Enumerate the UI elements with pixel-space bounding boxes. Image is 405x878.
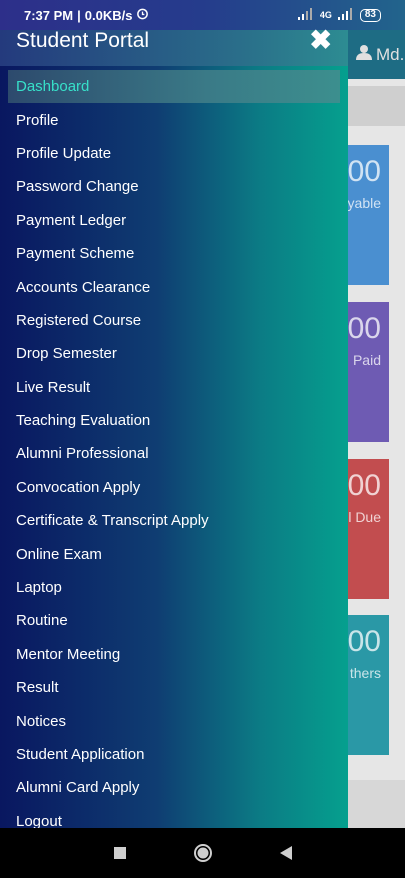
recent-apps-icon[interactable] [78, 847, 161, 859]
back-icon[interactable] [244, 846, 327, 860]
drawer-header: Student Portal ✖ [0, 27, 348, 66]
battery-icon: 83 [359, 8, 381, 22]
signal-icon-2 [337, 8, 354, 22]
close-icon[interactable]: ✖ [309, 27, 332, 54]
user-name: Md. [376, 44, 405, 64]
menu-item-mentor-meeting[interactable]: Mentor Meeting [0, 638, 348, 671]
menu-item-convocation-apply[interactable]: Convocation Apply [0, 471, 348, 504]
drawer-menu: Dashboard Profile Profile Update Password C… [0, 70, 348, 838]
menu-item-student-application[interactable]: Student Application [0, 738, 348, 771]
status-speed: 0.0KB/s [84, 7, 133, 23]
menu-item-registered-course[interactable]: Registered Course [0, 304, 348, 337]
menu-item-teaching-evaluation[interactable]: Teaching Evaluation [0, 404, 348, 437]
status-time: 7:37 PM [24, 7, 74, 23]
menu-item-password-change[interactable]: Password Change [0, 170, 348, 203]
system-nav-bar [0, 828, 405, 878]
menu-item-accounts-clearance[interactable]: Accounts Clearance [0, 270, 348, 303]
menu-item-alumni-professional[interactable]: Alumni Professional [0, 437, 348, 470]
summary-card-paid[interactable]: 00 Paid [348, 302, 389, 442]
menu-item-laptop[interactable]: Laptop [0, 571, 348, 604]
menu-item-live-result[interactable]: Live Result [0, 371, 348, 404]
menu-item-payment-ledger[interactable]: Payment Ledger [0, 204, 348, 237]
page-footer [348, 780, 405, 828]
status-bar: 7:37 PM | 0.0KB/s 4G 83 [0, 0, 405, 30]
menu-item-profile[interactable]: Profile [0, 103, 348, 136]
summary-card-due[interactable]: 00 l Due [348, 459, 389, 599]
menu-item-dashboard[interactable]: Dashboard [8, 70, 340, 104]
menu-item-online-exam[interactable]: Online Exam [0, 537, 348, 570]
alarm-icon [136, 7, 149, 23]
menu-item-payment-scheme[interactable]: Payment Scheme [0, 237, 348, 270]
navigation-drawer: Student Portal ✖ Dashboard Profile Profile… [0, 27, 348, 830]
home-icon[interactable] [161, 843, 244, 863]
user-icon [356, 44, 372, 65]
signal-icon [297, 8, 314, 22]
menu-item-result[interactable]: Result [0, 671, 348, 704]
summary-card-others[interactable]: 00 thers [348, 615, 389, 755]
user-menu[interactable]: Md. [356, 44, 404, 65]
menu-item-profile-update[interactable]: Profile Update [0, 137, 348, 170]
summary-card-payable[interactable]: 00 yable [348, 145, 389, 285]
menu-item-notices[interactable]: Notices [0, 704, 348, 737]
menu-item-alumni-card-apply[interactable]: Alumni Card Apply [0, 771, 348, 804]
menu-item-routine[interactable]: Routine [0, 604, 348, 637]
drawer-title: Student Portal [16, 29, 150, 52]
menu-item-drop-semester[interactable]: Drop Semester [0, 337, 348, 370]
network-type: 4G [319, 10, 332, 20]
page-band [348, 86, 405, 126]
menu-item-certificate-and-transcript-apply[interactable]: Certificate & Transcript Apply [0, 504, 348, 537]
